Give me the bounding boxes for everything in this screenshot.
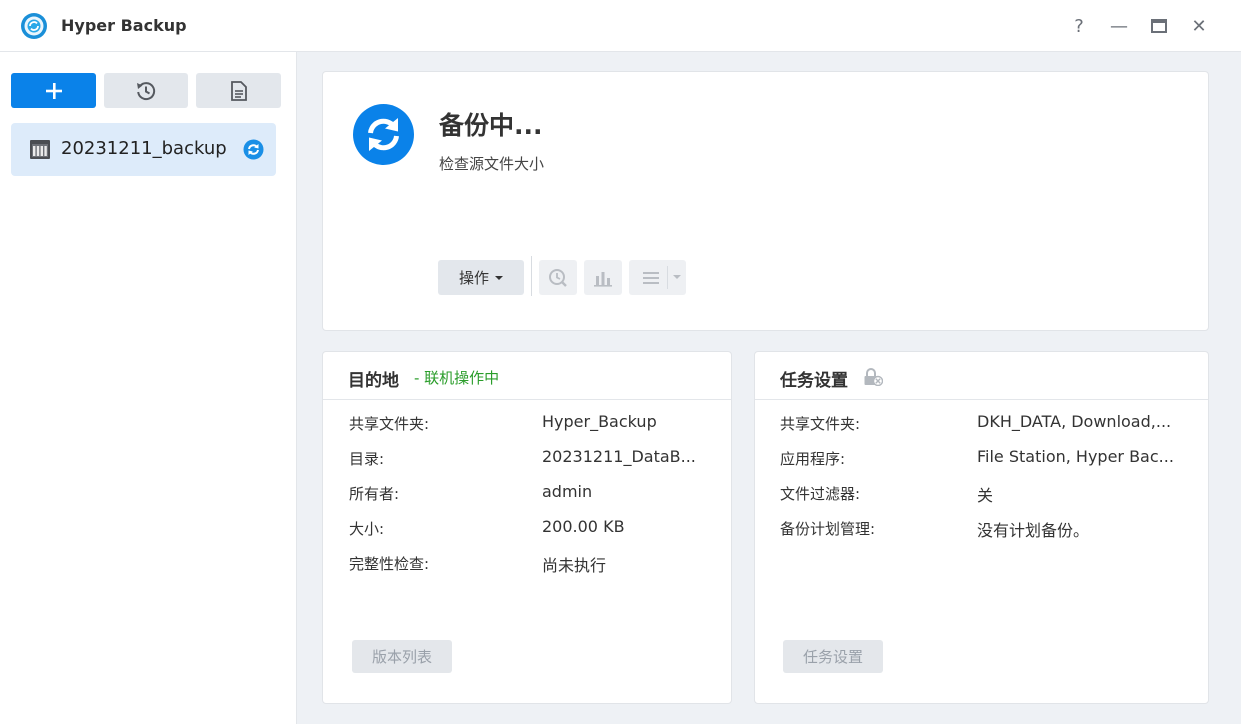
dest-value-size: 200.00 KB [542,517,625,536]
version-list-button[interactable]: 版本列表 [352,640,452,673]
dest-value-integrity: 尚未执行 [542,556,607,575]
bar-chart-icon [594,271,612,287]
more-menu-button[interactable] [629,260,686,295]
task-label-shared-folder: 共享文件夹: [780,415,861,433]
sidebar-task-label: 20231211_backup [61,138,227,159]
dest-value-owner: admin [542,482,593,501]
sync-icon [353,104,414,165]
task-value-file-filter: 关 [977,486,994,505]
add-task-button[interactable] [11,73,96,108]
split-divider [667,266,668,289]
restore-history-button[interactable] [104,73,188,108]
task-value-applications: File Station, Hyper Bac... [977,447,1174,466]
dest-label-size: 大小: [349,520,385,538]
close-button[interactable]: ✕ [1187,14,1211,38]
task-value-shared-folder: DKH_DATA, Download,... [977,412,1172,431]
action-menu-label: 操作 [458,269,489,287]
sidebar: 20231211_backup [0,52,297,724]
destination-status: - 联机操作中 [414,369,500,387]
statistics-button[interactable] [584,260,622,295]
dest-label-owner: 所有者: [349,485,400,503]
task-settings-title: 任务设置 [780,371,848,391]
history-icon [137,81,156,100]
backup-status-card: 备份中... 检查源文件大小 操作 [322,71,1209,331]
menu-lines-icon [642,271,659,284]
dest-value-directory: 20231211_DataB... [542,447,696,466]
action-menu-button[interactable]: 操作 [438,260,524,295]
status-subtitle: 检查源文件大小 [439,155,545,173]
caret-down-icon [673,275,681,279]
toolbar-divider [531,256,532,296]
sync-icon [243,139,264,160]
dest-label-shared-folder: 共享文件夹: [349,415,430,433]
document-icon [230,80,247,101]
dest-label-directory: 目录: [349,450,385,468]
task-value-schedule: 没有计划备份。 [977,521,1090,540]
nas-device-icon [30,140,50,159]
maximize-icon [1151,19,1167,33]
log-button[interactable] [196,73,281,108]
title-bar: Hyper Backup ? — ✕ [0,0,1241,52]
destination-card: 目的地 - 联机操作中 共享文件夹: Hyper_Backup 目录: 2023… [322,351,732,704]
task-settings-card: 任务设置 共享文件夹: DKH_DATA, Download,... 应用程序:… [754,351,1209,704]
destination-title: 目的地 [348,371,399,391]
minimize-button[interactable]: — [1107,14,1131,38]
status-title: 备份中... [439,111,543,140]
dest-label-integrity: 完整性检查: [349,555,430,573]
maximize-button[interactable] [1147,14,1171,38]
hyper-backup-logo-icon [21,13,47,39]
task-settings-button[interactable]: 任务设置 [783,640,883,673]
window-title: Hyper Backup [61,16,187,35]
task-label-file-filter: 文件过滤器: [780,485,861,503]
schedule-button[interactable] [539,260,577,295]
destination-header: 目的地 - 联机操作中 [323,352,731,400]
task-label-applications: 应用程序: [780,450,846,468]
plus-icon [45,82,62,99]
encryption-lock-icon [864,368,883,386]
help-button[interactable]: ? [1067,14,1091,38]
dest-value-shared-folder: Hyper_Backup [542,412,657,431]
task-settings-header: 任务设置 [755,352,1208,400]
caret-down-icon [495,275,503,280]
sidebar-task-item[interactable]: 20231211_backup [11,123,276,176]
task-label-schedule: 备份计划管理: [780,520,876,538]
clock-search-icon [549,268,567,287]
